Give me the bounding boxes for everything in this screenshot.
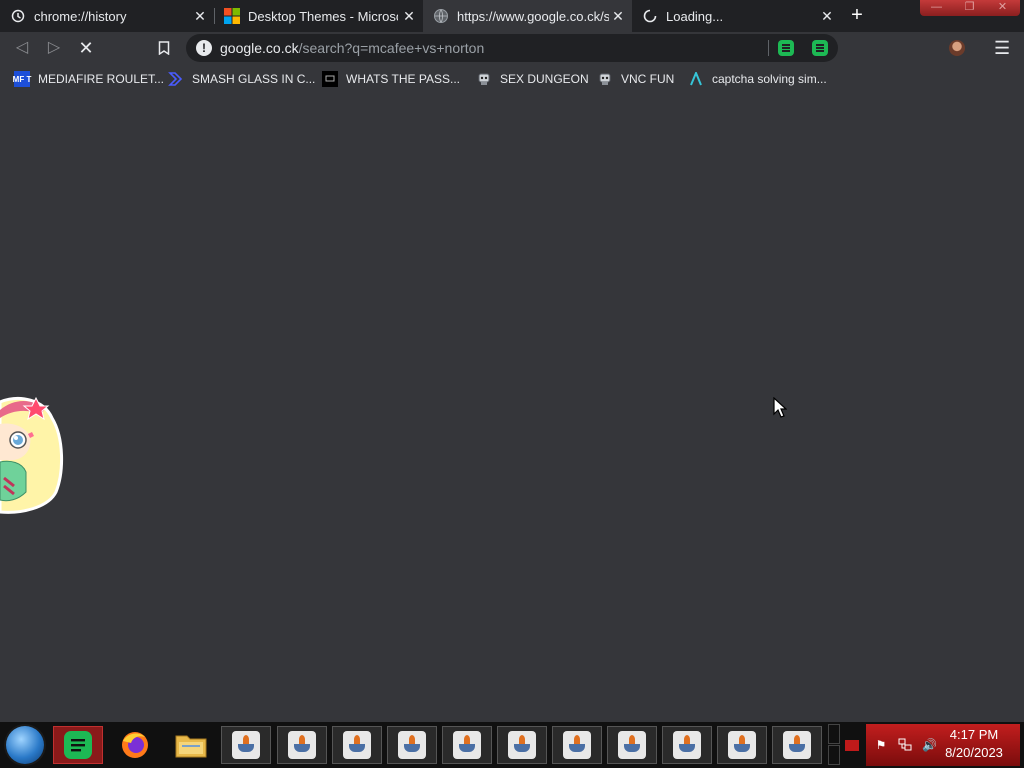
folder-icon	[175, 735, 207, 758]
java-icon	[343, 731, 371, 759]
notification-icon[interactable]	[845, 740, 859, 751]
clock-date: 8/20/2023	[945, 745, 1003, 760]
bookmark-label: MEDIAFIRE ROULET...	[38, 72, 165, 86]
taskbar-java-window[interactable]	[387, 726, 437, 764]
java-icon	[508, 731, 536, 759]
clock-time: 4:17 PM	[949, 727, 999, 742]
bookmark-label: SEX DUNGEON	[500, 72, 589, 86]
bookmarks-bar: MF T MEDIAFIRE ROULET... SMASH GLASS IN …	[0, 64, 1024, 94]
tab-desktop-themes[interactable]: Desktop Themes - Microsoft ✕	[214, 0, 423, 32]
taskbar-java-window[interactable]	[772, 726, 822, 764]
address-bar[interactable]: ! google.co.ck/search?q=mcafee+vs+norton	[186, 34, 838, 62]
bookmark-whats-the-pass[interactable]: WHATS THE PASS...	[322, 70, 460, 88]
bookmark-icon[interactable]	[154, 38, 174, 58]
spotify-icon	[64, 731, 92, 759]
taskbar-java-window[interactable]	[717, 726, 767, 764]
close-icon[interactable]: ✕	[610, 8, 626, 24]
taskbar-firefox[interactable]	[110, 726, 160, 764]
taskbar-scroll-up[interactable]	[828, 724, 840, 744]
java-icon	[673, 731, 701, 759]
java-icon	[398, 731, 426, 759]
java-icon	[563, 731, 591, 759]
new-tab-button[interactable]: +	[846, 5, 868, 27]
tab-title: https://www.google.co.ck/se	[457, 8, 609, 24]
robot-icon	[597, 71, 613, 87]
tab-history[interactable]: chrome://history ✕	[0, 0, 214, 32]
terminal-icon	[322, 71, 338, 87]
history-icon	[10, 8, 26, 24]
java-icon	[618, 731, 646, 759]
taskbar-java-window[interactable]	[332, 726, 382, 764]
microsoft-logo-icon	[224, 8, 240, 24]
close-icon[interactable]: ✕	[192, 8, 208, 24]
taskbar-java-window[interactable]	[221, 726, 271, 764]
bookmark-label: SMASH GLASS IN C...	[192, 72, 316, 86]
window-controls: — ❐ ✕	[920, 0, 1020, 16]
tab-title: chrome://history	[34, 8, 127, 24]
forward-button[interactable]: ▷	[44, 38, 64, 58]
url-text: google.co.ck/search?q=mcafee+vs+norton	[220, 40, 484, 56]
close-icon[interactable]: ✕	[819, 8, 835, 24]
bookmark-sex-dungeon[interactable]: SEX DUNGEON	[476, 70, 589, 88]
bookmark-smash-glass[interactable]: SMASH GLASS IN C...	[168, 70, 315, 88]
lambda-icon	[688, 71, 704, 87]
taskbar-scroll-down[interactable]	[828, 745, 840, 765]
taskbar-java-window[interactable]	[442, 726, 492, 764]
bookmark-captcha[interactable]: captcha solving sim...	[688, 70, 827, 88]
mediafire-icon: MF T	[13, 71, 31, 87]
tab-title: Loading...	[666, 8, 724, 24]
robot-icon	[476, 71, 492, 87]
taskbar-java-window[interactable]	[497, 726, 547, 764]
loading-spinner-icon	[642, 8, 658, 24]
minimize-button[interactable]: —	[920, 0, 953, 16]
bookmark-vnc-fun[interactable]: VNC FUN	[597, 70, 674, 88]
tab-strip: chrome://history ✕ Desktop Themes - Micr…	[0, 0, 1024, 32]
taskbar-java-window[interactable]	[607, 726, 657, 764]
stop-loading-button[interactable]: ✕	[76, 38, 96, 58]
url-path: /search?q=mcafee+vs+norton	[298, 40, 485, 56]
java-icon	[783, 731, 811, 759]
bookmark-mediafire[interactable]: MF T MEDIAFIRE ROULET...	[13, 70, 165, 88]
java-icon	[288, 731, 316, 759]
network-icon[interactable]	[898, 738, 912, 752]
taskbar-java-window[interactable]	[662, 726, 712, 764]
cartoon-character-sticker	[0, 396, 64, 514]
java-icon	[232, 731, 260, 759]
chevron-bookmark-icon	[168, 71, 184, 87]
volume-icon[interactable]: 🔊	[922, 738, 937, 752]
close-window-button[interactable]: ✕	[986, 0, 1019, 16]
bookmark-label: captcha solving sim...	[712, 72, 827, 86]
info-icon[interactable]: !	[196, 40, 212, 56]
bookmark-label: VNC FUN	[621, 72, 675, 86]
avatar[interactable]	[949, 40, 965, 56]
java-icon	[453, 731, 481, 759]
extension-icon[interactable]	[812, 40, 828, 56]
back-button[interactable]: ◁	[12, 38, 32, 58]
java-icon	[728, 731, 756, 759]
action-center-flag-icon[interactable]: ⚑	[874, 738, 888, 752]
taskbar-java-window[interactable]	[552, 726, 602, 764]
bookmark-label: WHATS THE PASS...	[346, 72, 461, 86]
clock[interactable]: 4:17 PM 8/20/2023	[940, 726, 1008, 762]
menu-icon[interactable]: ☰	[994, 39, 1010, 57]
taskbar-file-explorer[interactable]	[166, 726, 216, 764]
close-icon[interactable]: ✕	[401, 8, 417, 24]
taskbar-spotify[interactable]	[53, 726, 103, 764]
extension-icon[interactable]	[778, 40, 794, 56]
start-button[interactable]	[6, 726, 44, 764]
firefox-icon	[122, 732, 148, 758]
page-content	[0, 94, 1024, 722]
url-host: google.co.ck	[220, 40, 299, 56]
globe-icon	[433, 8, 449, 24]
toolbar-divider	[768, 40, 769, 56]
taskbar-java-window[interactable]	[277, 726, 327, 764]
mouse-cursor	[773, 397, 787, 418]
maximize-button[interactable]: ❐	[953, 0, 986, 16]
tab-loading[interactable]: Loading... ✕	[632, 0, 841, 32]
tab-google-search[interactable]: https://www.google.co.ck/se ✕	[423, 0, 632, 32]
tab-title: Desktop Themes - Microsoft	[248, 8, 398, 24]
